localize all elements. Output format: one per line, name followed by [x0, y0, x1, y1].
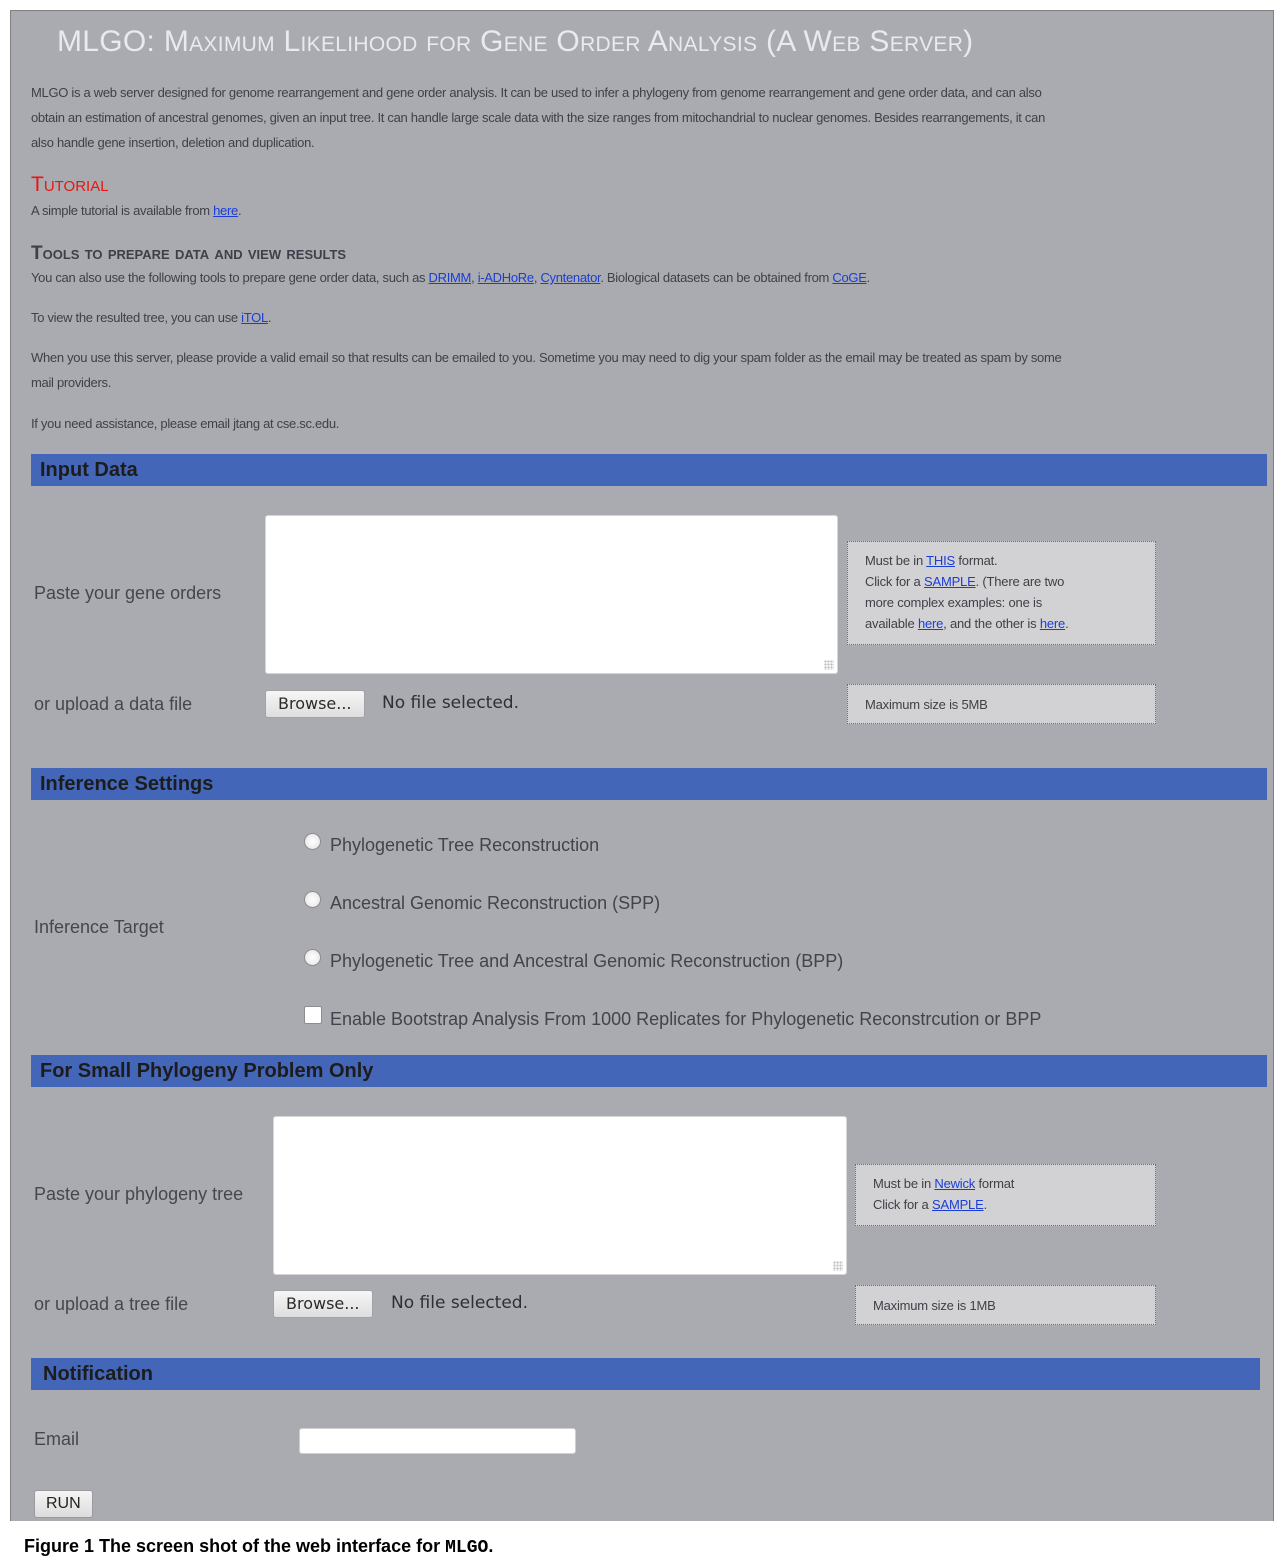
- tools-text: You can also use the following tools to …: [31, 270, 870, 285]
- example-link-1[interactable]: here: [918, 616, 943, 631]
- resize-grip-icon[interactable]: [824, 660, 834, 670]
- format-link[interactable]: THIS: [926, 553, 955, 568]
- data-file-status: No file selected.: [382, 693, 519, 713]
- section-input-data: Input Data: [31, 454, 1267, 486]
- tree-help-box: Must be in Newick format Click for a SAM…: [855, 1164, 1156, 1226]
- data-max-size-box: Maximum size is 5MB: [847, 684, 1156, 724]
- run-button[interactable]: RUN: [34, 1490, 93, 1518]
- figure-caption: Figure 1 The screen shot of the web inte…: [24, 1536, 494, 1558]
- coge-link[interactable]: CoGE: [832, 270, 867, 285]
- itol-text: To view the resulted tree, you can use i…: [31, 310, 272, 325]
- upload-data-label: or upload a data file: [34, 694, 193, 714]
- bootstrap-label: Enable Bootstrap Analysis From 1000 Repl…: [330, 1009, 1042, 1029]
- tutorial-link[interactable]: here: [213, 203, 238, 218]
- email-input[interactable]: [299, 1428, 576, 1454]
- iadhore-link[interactable]: i-ADHoRe: [478, 270, 534, 285]
- gene-orders-textarea[interactable]: [265, 515, 838, 674]
- tree-max-size-box: Maximum size is 1MB: [855, 1285, 1156, 1325]
- email-label: Email: [34, 1429, 80, 1449]
- email-notice: When you use this server, please provide…: [31, 350, 1062, 390]
- section-inference-settings: Inference Settings: [31, 768, 1267, 800]
- paste-tree-label: Paste your phylogeny tree: [34, 1184, 244, 1204]
- intro-line: also handle gene insertion, deletion and…: [31, 135, 315, 150]
- option-label: Phylogenetic Tree and Ancestral Genomic …: [330, 951, 844, 971]
- bootstrap-checkbox[interactable]: [304, 1006, 322, 1024]
- tree-file-status: No file selected.: [391, 1293, 528, 1313]
- upload-tree-label: or upload a tree file: [34, 1294, 189, 1314]
- sample-link[interactable]: SAMPLE: [924, 574, 976, 589]
- page-title: MLGO: Maximum Likelihood for Gene Order …: [57, 25, 974, 58]
- resize-grip-icon[interactable]: [833, 1261, 843, 1271]
- web-page: MLGO: Maximum Likelihood for Gene Order …: [10, 10, 1274, 1521]
- section-notification: Notification: [31, 1358, 1260, 1390]
- phylogeny-tree-textarea[interactable]: [273, 1116, 847, 1275]
- newick-link[interactable]: Newick: [934, 1176, 975, 1191]
- example-link-2[interactable]: here: [1040, 616, 1065, 631]
- intro-text: MLGO is a web server designed for genome…: [31, 80, 1271, 155]
- radio-phylogenetic-tree[interactable]: [304, 833, 321, 850]
- paste-gene-orders-label: Paste your gene orders: [34, 583, 222, 603]
- tree-sample-link[interactable]: SAMPLE: [932, 1197, 984, 1212]
- drimm-link[interactable]: DRIMM: [429, 270, 472, 285]
- option-label: Ancestral Genomic Reconstruction (SPP): [330, 893, 661, 913]
- radio-tree-ancestral-bpp[interactable]: [304, 949, 321, 966]
- tutorial-heading: Tutorial: [31, 173, 109, 196]
- option-label: Phylogenetic Tree Reconstruction: [330, 835, 600, 855]
- caption-text: The screen shot of the web interface for: [94, 1536, 446, 1556]
- section-small-phylogeny: For Small Phylogeny Problem Only: [31, 1055, 1267, 1087]
- browse-tree-button[interactable]: Browse...: [273, 1290, 373, 1318]
- tools-heading: Tools to prepare data and view results: [31, 243, 347, 264]
- radio-ancestral-spp[interactable]: [304, 891, 321, 908]
- tutorial-text: A simple tutorial is available from here…: [31, 203, 242, 218]
- gene-orders-help-box: Must be in THIS format. Click for a SAMP…: [847, 541, 1156, 645]
- browse-data-button[interactable]: Browse...: [265, 690, 365, 718]
- itol-link[interactable]: iTOL: [241, 310, 268, 325]
- cyntenator-link[interactable]: Cyntenator: [540, 270, 600, 285]
- assistance-text: If you need assistance, please email jta…: [31, 416, 340, 431]
- intro-line: obtain an estimation of ancestral genome…: [31, 110, 1045, 125]
- caption-prefix: Figure 1: [24, 1536, 95, 1556]
- intro-line: MLGO is a web server designed for genome…: [31, 85, 1042, 100]
- inference-target-label: Inference Target: [34, 917, 164, 937]
- caption-code: MLGO: [445, 1538, 489, 1558]
